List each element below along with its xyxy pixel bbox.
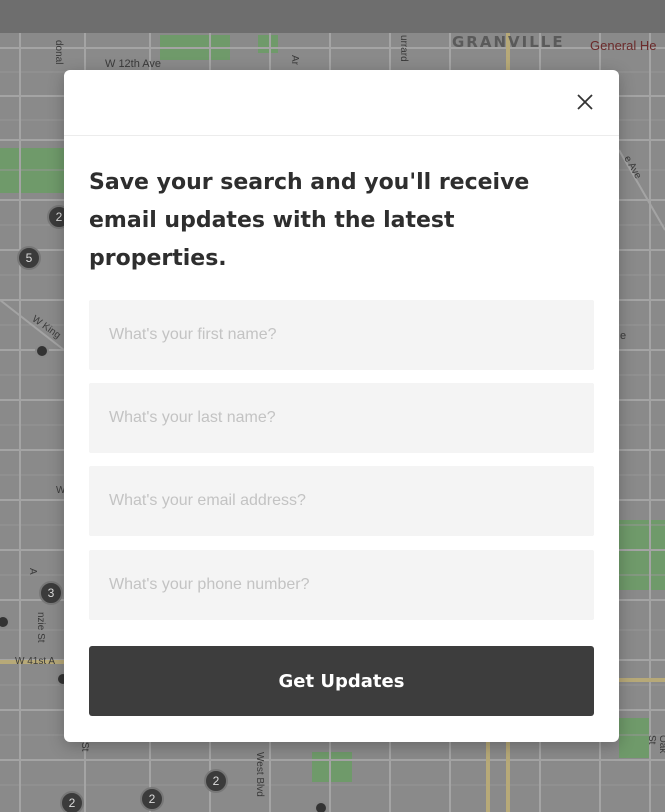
map-label-granville: GRANVILLE <box>452 33 565 51</box>
map-cluster-marker[interactable]: 5 <box>17 246 41 270</box>
map-label-mackenzie: nzie St <box>35 612 46 643</box>
map-cluster-marker[interactable]: 2 <box>140 787 164 811</box>
map-label-donald: donal <box>53 40 64 65</box>
park-block <box>619 718 649 758</box>
park-block <box>312 752 352 782</box>
modal-title: Save your search and you'll receive emai… <box>89 170 530 271</box>
map-label-oak: Oak St <box>646 735 665 754</box>
save-search-modal: Save your search and you'll receive emai… <box>64 70 619 742</box>
map-label-arbutus: Ar <box>289 55 300 65</box>
close-icon <box>577 94 593 110</box>
close-button[interactable] <box>571 88 599 116</box>
map-cluster-marker[interactable]: 3 <box>39 581 63 605</box>
park-block <box>258 35 278 53</box>
map-label-general-hospital: General He <box>590 38 657 53</box>
first-name-field[interactable] <box>89 300 594 370</box>
map-label-st: St <box>79 742 90 752</box>
park-block <box>619 520 665 590</box>
modal-header <box>64 70 619 136</box>
last-name-field[interactable] <box>89 383 594 453</box>
map-property-marker[interactable] <box>314 801 328 812</box>
map-label-e: e <box>620 330 627 342</box>
map-label-burrard: urrard <box>398 35 409 62</box>
map-property-marker[interactable] <box>35 344 49 358</box>
get-updates-button[interactable]: Get Updates <box>89 646 594 716</box>
map-cluster-marker[interactable]: 2 <box>204 769 228 793</box>
map-label-west-blvd: West Blvd <box>254 752 265 797</box>
map-label-w12th: W 12th Ave <box>105 58 162 70</box>
map-label-a: A <box>27 568 38 575</box>
map-cluster-marker[interactable]: 2 <box>60 791 84 812</box>
map-label-w41st: W 41st A <box>15 656 56 667</box>
email-field[interactable] <box>89 466 594 536</box>
top-bar-shade <box>0 0 665 33</box>
phone-field[interactable] <box>89 550 594 620</box>
